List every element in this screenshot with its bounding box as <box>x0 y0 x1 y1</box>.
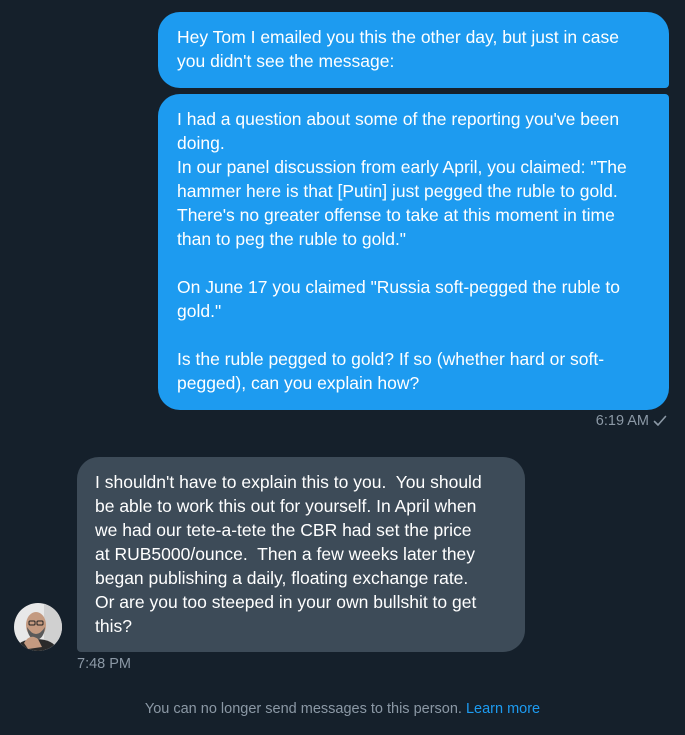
sent-message-bubble[interactable]: I had a question about some of the repor… <box>158 94 669 410</box>
message-text: I shouldn't have to explain this to you.… <box>95 472 482 636</box>
sent-message-meta: 6:19 AM <box>596 413 667 429</box>
check-icon <box>653 415 667 427</box>
sent-message-bubble[interactable]: Hey Tom I emailed you this the other day… <box>158 12 669 88</box>
avatar[interactable] <box>14 603 62 651</box>
message-text: Hey Tom I emailed you this the other day… <box>177 27 619 71</box>
sent-timestamp: 6:19 AM <box>595 413 649 429</box>
blocked-notice: You can no longer send messages to this … <box>144 701 462 717</box>
learn-more-link[interactable]: Learn more <box>466 701 540 717</box>
received-message-bubble[interactable]: I shouldn't have to explain this to you.… <box>77 457 525 652</box>
message-text: I had a question about some of the repor… <box>177 109 627 393</box>
conversation-footer: You can no longer send messages to this … <box>0 701 685 717</box>
received-timestamp: 7:48 PM <box>77 656 131 672</box>
